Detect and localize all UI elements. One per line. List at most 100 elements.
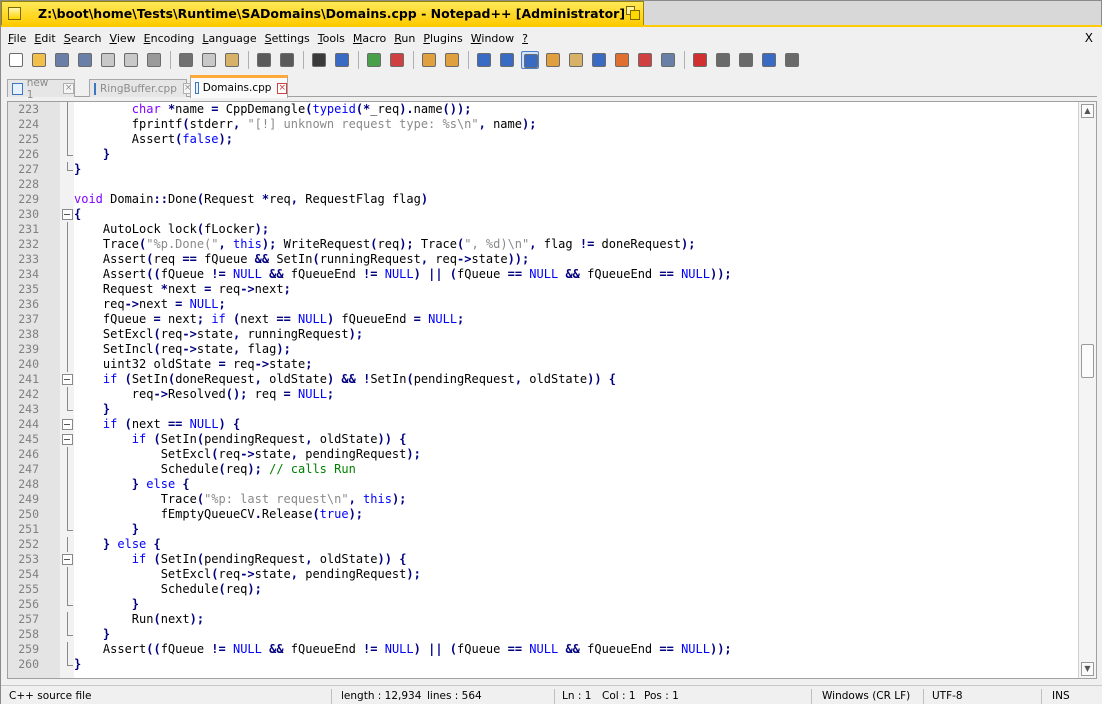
- code-line[interactable]: 229 void Domain::Done(Request *req, Reque…: [8, 192, 1080, 207]
- code-line[interactable]: 224 fprintf(stderr, "[!] unknown request…: [8, 117, 1080, 132]
- code-line[interactable]: 223 char *name = CppDemangle(typeid(*_re…: [8, 102, 1080, 117]
- sync-vertical-icon[interactable]: [420, 51, 438, 69]
- stop-record-icon[interactable]: [714, 51, 732, 69]
- code-line[interactable]: 241 if (SetIn(doneRequest, oldState) && …: [8, 372, 1080, 387]
- code-line[interactable]: 237 fQueue = next; if (next == NULL) fQu…: [8, 312, 1080, 327]
- record-macro-icon[interactable]: [691, 51, 709, 69]
- play-macro-icon[interactable]: [737, 51, 755, 69]
- code-editor[interactable]: 223 char *name = CppDemangle(typeid(*_re…: [7, 101, 1097, 679]
- fold-toggle-icon[interactable]: [61, 372, 73, 387]
- new-file-icon[interactable]: [7, 51, 25, 69]
- code-line[interactable]: 245 if (SetIn(pendingRequest, oldState))…: [8, 432, 1080, 447]
- code-line[interactable]: 252 } else {: [8, 537, 1080, 552]
- code-line[interactable]: 258 }: [8, 627, 1080, 642]
- status-encoding[interactable]: UTF-8: [932, 690, 963, 702]
- zoom-in-icon[interactable]: [365, 51, 383, 69]
- redo-icon[interactable]: [278, 51, 296, 69]
- code-line[interactable]: 238 SetExcl(req->state, runningRequest);: [8, 327, 1080, 342]
- find-icon[interactable]: [310, 51, 328, 69]
- open-file-icon[interactable]: [30, 51, 48, 69]
- menu-plugins[interactable]: Plugins: [420, 31, 465, 47]
- code-line[interactable]: 260}: [8, 657, 1080, 672]
- code-line[interactable]: 225 Assert(false);: [8, 132, 1080, 147]
- window-close-button[interactable]: [8, 7, 21, 20]
- menu-settings[interactable]: Settings: [262, 31, 313, 47]
- code-line[interactable]: 234 Assert((fQueue != NULL && fQueueEnd …: [8, 267, 1080, 282]
- close-icon[interactable]: [99, 51, 117, 69]
- menu-file[interactable]: File: [5, 31, 29, 47]
- zoom-out-icon[interactable]: [388, 51, 406, 69]
- menu-encoding[interactable]: Encoding: [141, 31, 198, 47]
- status-eol[interactable]: Windows (CR LF): [822, 690, 910, 702]
- code-line[interactable]: 244 if (next == NULL) {: [8, 417, 1080, 432]
- undo-icon[interactable]: [255, 51, 273, 69]
- copy-icon[interactable]: [200, 51, 218, 69]
- code-line[interactable]: 256 }: [8, 597, 1080, 612]
- fold-toggle-icon[interactable]: [61, 417, 73, 432]
- print-icon[interactable]: [145, 51, 163, 69]
- tab-ringbuffer-cpp[interactable]: RingBuffer.cpp ×: [89, 79, 193, 97]
- menu-search[interactable]: Search: [61, 31, 105, 47]
- function-list-icon[interactable]: [590, 51, 608, 69]
- code-line[interactable]: 257 Run(next);: [8, 612, 1080, 627]
- code-line[interactable]: 226 }: [8, 147, 1080, 162]
- monitoring-icon[interactable]: [659, 51, 677, 69]
- code-line[interactable]: 232 Trace("%p.Done(", this); WriteReques…: [8, 237, 1080, 252]
- fold-toggle-icon[interactable]: [61, 207, 73, 222]
- replace-icon[interactable]: [333, 51, 351, 69]
- code-line[interactable]: 253 if (SetIn(pendingRequest, oldState))…: [8, 552, 1080, 567]
- code-line[interactable]: 251 }: [8, 522, 1080, 537]
- doc-map-icon[interactable]: [567, 51, 585, 69]
- code-line[interactable]: 235 Request *next = req->next;: [8, 282, 1080, 297]
- vertical-scrollbar[interactable]: ▲ ▼: [1078, 102, 1096, 678]
- code-line[interactable]: 233 Assert(req == fQueue && SetIn(runnin…: [8, 252, 1080, 267]
- save-icon[interactable]: [53, 51, 71, 69]
- tab-close-icon[interactable]: ×: [63, 83, 74, 94]
- code-line[interactable]: 242 req->Resolved(); req = NULL;: [8, 387, 1080, 402]
- menu-window[interactable]: Window: [468, 31, 517, 47]
- code-line[interactable]: 243 }: [8, 402, 1080, 417]
- code-line[interactable]: 259 Assert((fQueue != NULL && fQueueEnd …: [8, 642, 1080, 657]
- menu-run[interactable]: Run: [391, 31, 418, 47]
- menu-help[interactable]: ?: [519, 31, 531, 47]
- code-line[interactable]: 230 {: [8, 207, 1080, 222]
- code-line[interactable]: 248 } else {: [8, 477, 1080, 492]
- code-line[interactable]: 254 SetExcl(req->state, pendingRequest);: [8, 567, 1080, 582]
- doc-list-icon[interactable]: [636, 51, 654, 69]
- paste-icon[interactable]: [223, 51, 241, 69]
- scroll-down-icon[interactable]: ▼: [1081, 662, 1094, 676]
- tab-new-1[interactable]: new 1 ×: [7, 77, 75, 101]
- save-all-icon[interactable]: [76, 51, 94, 69]
- window-title-tab[interactable]: Z:\boot\home\Tests\Runtime\SADomains\Dom…: [1, 1, 644, 25]
- word-wrap-icon[interactable]: [475, 51, 493, 69]
- window-zoom-button[interactable]: [626, 6, 640, 20]
- scroll-up-icon[interactable]: ▲: [1081, 104, 1094, 118]
- code-line[interactable]: 240 uint32 oldState = req->state;: [8, 357, 1080, 372]
- sync-horizontal-icon[interactable]: [443, 51, 461, 69]
- status-insert-mode[interactable]: INS: [1052, 690, 1070, 702]
- save-macro-icon[interactable]: [783, 51, 801, 69]
- code-line[interactable]: 255 Schedule(req);: [8, 582, 1080, 597]
- folder-workspace-icon[interactable]: [613, 51, 631, 69]
- code-line[interactable]: 246 SetExcl(req->state, pendingRequest);: [8, 447, 1080, 462]
- cut-icon[interactable]: [177, 51, 195, 69]
- menu-tools[interactable]: Tools: [315, 31, 348, 47]
- indent-guide-icon[interactable]: [521, 51, 539, 69]
- close-document-button[interactable]: X: [1085, 31, 1093, 45]
- tab-close-icon[interactable]: ×: [277, 82, 287, 94]
- scrollbar-thumb[interactable]: [1081, 344, 1094, 378]
- show-all-chars-icon[interactable]: [498, 51, 516, 69]
- code-line[interactable]: 231 AutoLock lock(fLocker);: [8, 222, 1080, 237]
- fold-toggle-icon[interactable]: [61, 552, 73, 567]
- menu-view[interactable]: View: [107, 31, 139, 47]
- code-line[interactable]: 236 req->next = NULL;: [8, 297, 1080, 312]
- code-line[interactable]: 250 fEmptyQueueCV.Release(true);: [8, 507, 1080, 522]
- code-line[interactable]: 239 SetIncl(req->state, flag);: [8, 342, 1080, 357]
- code-line[interactable]: 249 Trace("%p: last request\n", this);: [8, 492, 1080, 507]
- code-line[interactable]: 247 Schedule(req); // calls Run: [8, 462, 1080, 477]
- udl-icon[interactable]: [544, 51, 562, 69]
- run-macro-multiple-icon[interactable]: [760, 51, 778, 69]
- tab-domains-cpp[interactable]: Domains.cpp ×: [190, 75, 288, 98]
- fold-toggle-icon[interactable]: [61, 432, 73, 447]
- menu-language[interactable]: Language: [199, 31, 259, 47]
